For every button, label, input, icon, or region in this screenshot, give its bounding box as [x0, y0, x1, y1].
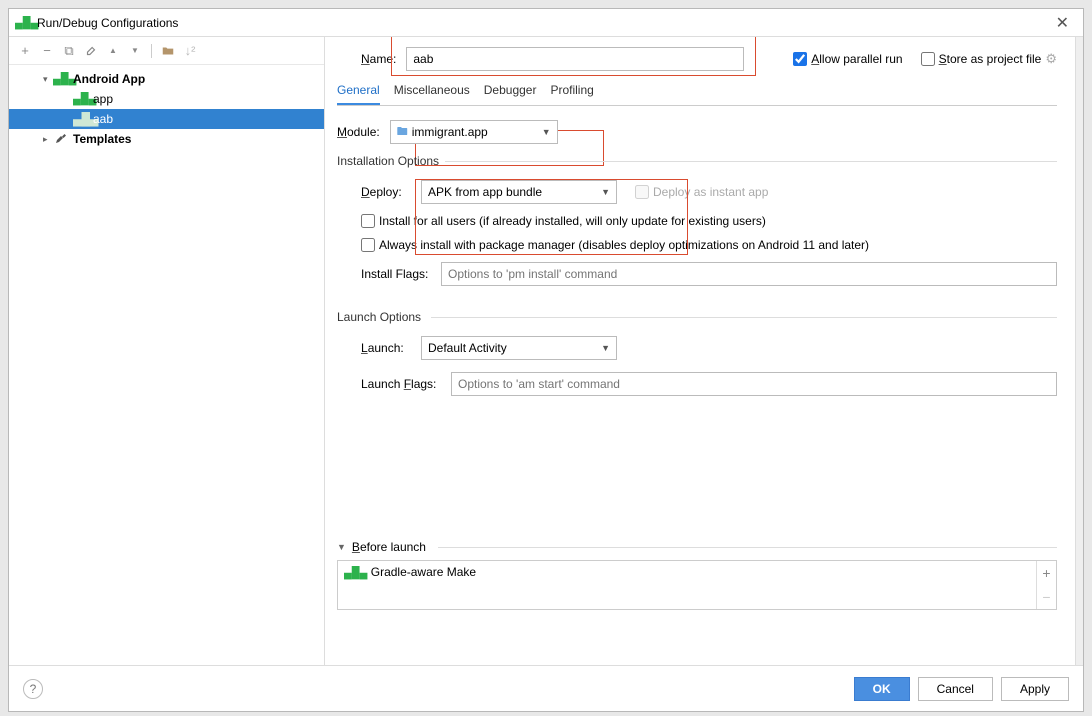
allow-parallel-checkbox[interactable]	[793, 52, 807, 66]
config-sidebar: + − ⧉ ▲ ▼ ↓² ▾ ▄█▄ Android App	[9, 37, 325, 665]
module-dropdown[interactable]: 🖿 immigrant.app ▼	[390, 120, 558, 144]
cancel-button[interactable]: Cancel	[918, 677, 993, 701]
config-tree: ▾ ▄█▄ Android App ▄█▄ app ▄█▄ aab ▸	[9, 65, 324, 665]
down-icon[interactable]: ▼	[127, 43, 143, 59]
launch-label: Launch:	[361, 341, 411, 355]
instant-app-label: Deploy as instant app	[653, 185, 768, 199]
name-label: Name:	[361, 52, 396, 66]
before-launch-list: ▄█▄ Gradle-aware Make + −	[337, 560, 1057, 610]
launch-flags-input[interactable]	[451, 372, 1057, 396]
wrench-icon[interactable]	[83, 43, 99, 59]
tab-profiling[interactable]: Profiling	[550, 79, 593, 105]
instant-app-checkbox	[635, 185, 649, 199]
installation-options-title: Installation Options	[337, 154, 1057, 168]
window-title: Run/Debug Configurations	[37, 16, 1048, 30]
scrollbar[interactable]	[1075, 37, 1083, 665]
android-icon: ▄█▄	[53, 73, 69, 85]
install-flags-input[interactable]	[441, 262, 1057, 286]
tabs: General Miscellaneous Debugger Profiling	[337, 79, 1057, 106]
always-package-manager-checkbox[interactable]	[361, 238, 375, 252]
remove-icon[interactable]: −	[39, 43, 55, 59]
separator	[151, 44, 152, 58]
android-icon: ▄█▄	[344, 567, 367, 579]
install-all-users-checkbox[interactable]	[361, 214, 375, 228]
tree-templates[interactable]: ▸ Templates	[9, 129, 324, 149]
deploy-label: Deploy:	[361, 185, 411, 199]
main-panel: Name: Allow parallel run Store as projec…	[325, 37, 1075, 665]
before-launch-item[interactable]: ▄█▄ Gradle-aware Make	[338, 561, 1036, 609]
module-label: Module:	[337, 125, 380, 139]
launch-flags-label: Launch Flags:	[361, 377, 441, 391]
android-icon: ▄█▄	[73, 112, 89, 126]
tab-debugger[interactable]: Debugger	[484, 79, 537, 105]
tree-item-aab[interactable]: ▄█▄ aab	[9, 109, 324, 129]
chevron-down-icon: ▾	[43, 74, 53, 85]
add-task-icon[interactable]: +	[1037, 561, 1056, 585]
folder-icon[interactable]	[160, 43, 176, 59]
gear-icon[interactable]: ⚙	[1045, 51, 1057, 67]
android-icon: ▄█▄	[15, 15, 31, 31]
close-icon[interactable]: ✕	[1048, 13, 1077, 33]
chevron-down-icon: ▼	[542, 127, 551, 137]
store-project-label: Store as project file	[939, 52, 1042, 66]
tab-miscellaneous[interactable]: Miscellaneous	[394, 79, 470, 105]
remove-task-icon[interactable]: −	[1037, 585, 1056, 609]
help-icon[interactable]: ?	[23, 679, 43, 699]
folder-icon: 🖿	[397, 123, 408, 142]
up-icon[interactable]: ▲	[105, 43, 121, 59]
chevron-right-icon: ▸	[43, 134, 53, 145]
name-input[interactable]	[406, 47, 744, 71]
install-all-users-label: Install for all users (if already instal…	[379, 214, 766, 228]
add-icon[interactable]: +	[17, 43, 33, 59]
deploy-dropdown[interactable]: APK from app bundle ▼	[421, 180, 617, 204]
tree-android-app[interactable]: ▾ ▄█▄ Android App	[9, 69, 324, 89]
store-project-checkbox[interactable]	[921, 52, 935, 66]
sort-icon[interactable]: ↓²	[182, 43, 198, 59]
launch-dropdown[interactable]: Default Activity ▼	[421, 336, 617, 360]
ok-button[interactable]: OK	[854, 677, 910, 701]
apply-button[interactable]: Apply	[1001, 677, 1069, 701]
wrench-icon	[53, 132, 69, 147]
sidebar-toolbar: + − ⧉ ▲ ▼ ↓²	[9, 37, 324, 65]
always-package-manager-label: Always install with package manager (dis…	[379, 238, 869, 252]
chevron-down-icon: ▼	[601, 187, 610, 197]
chevron-down-icon: ▼	[601, 343, 610, 353]
tree-item-app[interactable]: ▄█▄ app	[9, 89, 324, 109]
chevron-down-icon[interactable]: ▼	[337, 542, 346, 552]
before-launch-title: Before launch	[352, 540, 426, 554]
install-flags-label: Install Flags:	[361, 267, 431, 281]
copy-icon[interactable]: ⧉	[61, 43, 77, 59]
tab-general[interactable]: General	[337, 79, 380, 105]
android-icon: ▄█▄	[73, 93, 89, 105]
launch-options-title: Launch Options	[337, 310, 1057, 324]
allow-parallel-label: Allow parallel run	[811, 52, 902, 66]
